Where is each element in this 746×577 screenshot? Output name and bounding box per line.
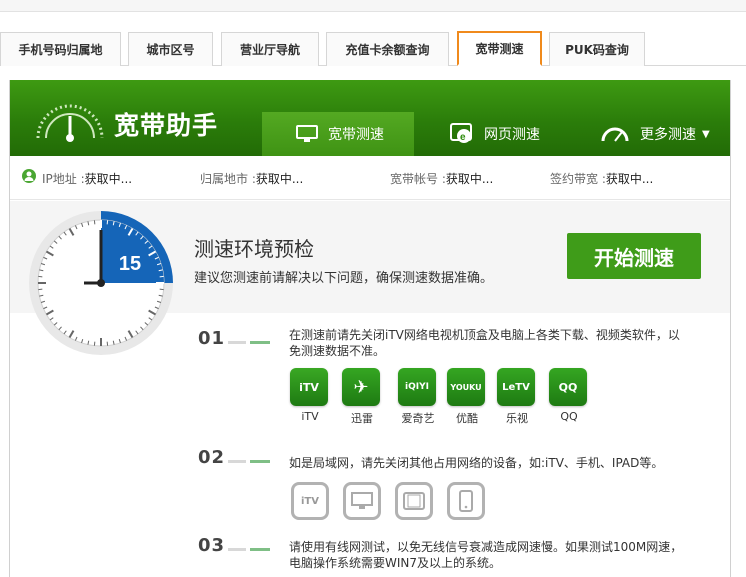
info-ip-value: 获取中... (84, 172, 133, 186)
tab-card-balance[interactable]: 充值卡余额查询 (326, 32, 449, 66)
nav-web-test-label: 网页测速 (484, 127, 540, 143)
speedometer-logo-icon (36, 104, 104, 142)
step-1-text: 在测速前请先关闭iTV网络电视机顶盒及电脑上各类下载、视频类软件，以免测速数据不… (289, 328, 680, 358)
step-1-number: 01 (198, 328, 226, 349)
info-account: 宽带帐号 :获取中... (390, 170, 493, 187)
user-icon (22, 169, 36, 183)
app-xunlei: ✈ 迅雷 (342, 368, 382, 426)
gauge-icon (601, 127, 629, 142)
app-xunlei-label: 迅雷 (351, 412, 373, 425)
info-ip-label: IP地址 : (42, 172, 85, 186)
tab-city-code[interactable]: 城市区号 (128, 32, 213, 66)
app-qq-label: QQ (560, 410, 578, 423)
monitor-icon (343, 482, 381, 520)
step-1-line-green (250, 341, 270, 344)
youku-icon: YOUKU (447, 368, 485, 406)
banner: 宽带助手 宽带测速 e 网页测速 更多测速 ▼ (10, 80, 730, 156)
info-bandwidth: 签约带宽 :获取中... (550, 170, 653, 187)
step-3-line-gray (228, 548, 246, 551)
step-3-number: 03 (198, 535, 226, 556)
info-city: 归属地市 :获取中... (200, 170, 303, 187)
tab-broadband-speed[interactable]: 宽带测速 (457, 31, 542, 66)
info-bandwidth-label: 签约带宽 : (550, 172, 606, 186)
iqiyi-icon: iQIYI (398, 368, 436, 406)
app-youku: YOUKU 优酷 (447, 368, 487, 426)
app-iqiyi: iQIYI 爱奇艺 (398, 368, 438, 426)
xunlei-icon: ✈ (342, 368, 380, 406)
ie-browser-icon: e (450, 123, 472, 143)
chevron-down-icon: ▼ (702, 128, 710, 140)
phone-icon (447, 482, 485, 520)
app-letv-label: 乐视 (506, 412, 528, 425)
countdown-timer: 15 (29, 211, 173, 355)
qq-icon: QQ (549, 368, 587, 406)
info-bar: IP地址 :获取中... 归属地市 :获取中... 宽带帐号 :获取中... 签… (10, 156, 730, 200)
letv-icon: LeTV (497, 368, 535, 406)
step-1-line-gray (228, 341, 246, 344)
tablet-icon (395, 482, 433, 520)
step-3-text: 请使用有线网测试，以免无线信号衰减造成网速慢。如果测试100M网速，电脑操作系统… (289, 540, 683, 570)
top-strip (0, 0, 746, 12)
nav-more-tests-label: 更多测速 (640, 127, 696, 143)
start-test-button[interactable]: 开始测速 (567, 233, 701, 279)
app-itv: iTV iTV (290, 368, 330, 423)
nav-web-test[interactable]: e 网页测速 (450, 112, 540, 156)
tab-puk-query[interactable]: PUK码查询 (549, 32, 645, 66)
info-bandwidth-value: 获取中... (605, 172, 654, 186)
tv-box-icon: iTV (291, 482, 329, 520)
tab-hall-navigation[interactable]: 营业厅导航 (221, 32, 319, 66)
nav-speed-test[interactable]: 宽带测速 (262, 112, 414, 156)
app-itv-label: iTV (301, 410, 319, 423)
step-2-line-green (250, 460, 270, 463)
speedtest-panel: 宽带助手 宽带测速 e 网页测速 更多测速 ▼ IP地址:获取中... 归属地… (9, 80, 731, 577)
info-ip: IP地址 :获取中... (42, 170, 132, 187)
tv-box-icon-label: iTV (301, 495, 319, 507)
step-3-line-green (250, 548, 270, 551)
precheck-subtitle: 建议您测速前请解决以下问题，确保测速数据准确。 (194, 271, 494, 286)
step-2-text: 如是局域网，请先关闭其他占用网络的设备，如:iTV、手机、IPAD等。 (289, 456, 664, 470)
info-city-value: 获取中... (255, 172, 304, 186)
precheck-title: 测速环境预检 (194, 237, 314, 261)
app-letv: LeTV 乐视 (497, 368, 537, 426)
info-city-label: 归属地市 : (200, 172, 256, 186)
timer-value: 15 (119, 253, 141, 275)
app-qq: QQ QQ (549, 368, 589, 423)
brand-title: 宽带助手 (114, 111, 219, 140)
nav-speed-test-label: 宽带测速 (328, 127, 384, 143)
tab-bar: 手机号码归属地 城市区号 营业厅导航 充值卡余额查询 宽带测速 PUK码查询 (0, 31, 746, 66)
info-account-label: 宽带帐号 : (390, 172, 446, 186)
info-account-value: 获取中... (445, 172, 494, 186)
monitor-icon (296, 125, 318, 142)
step-2-line-gray (228, 460, 246, 463)
tab-phone-location[interactable]: 手机号码归属地 (0, 32, 121, 66)
itv-icon: iTV (290, 368, 328, 406)
svg-text:e: e (460, 132, 466, 143)
nav-more-tests[interactable]: 更多测速 ▼ (600, 112, 710, 156)
step-2-number: 02 (198, 447, 226, 468)
